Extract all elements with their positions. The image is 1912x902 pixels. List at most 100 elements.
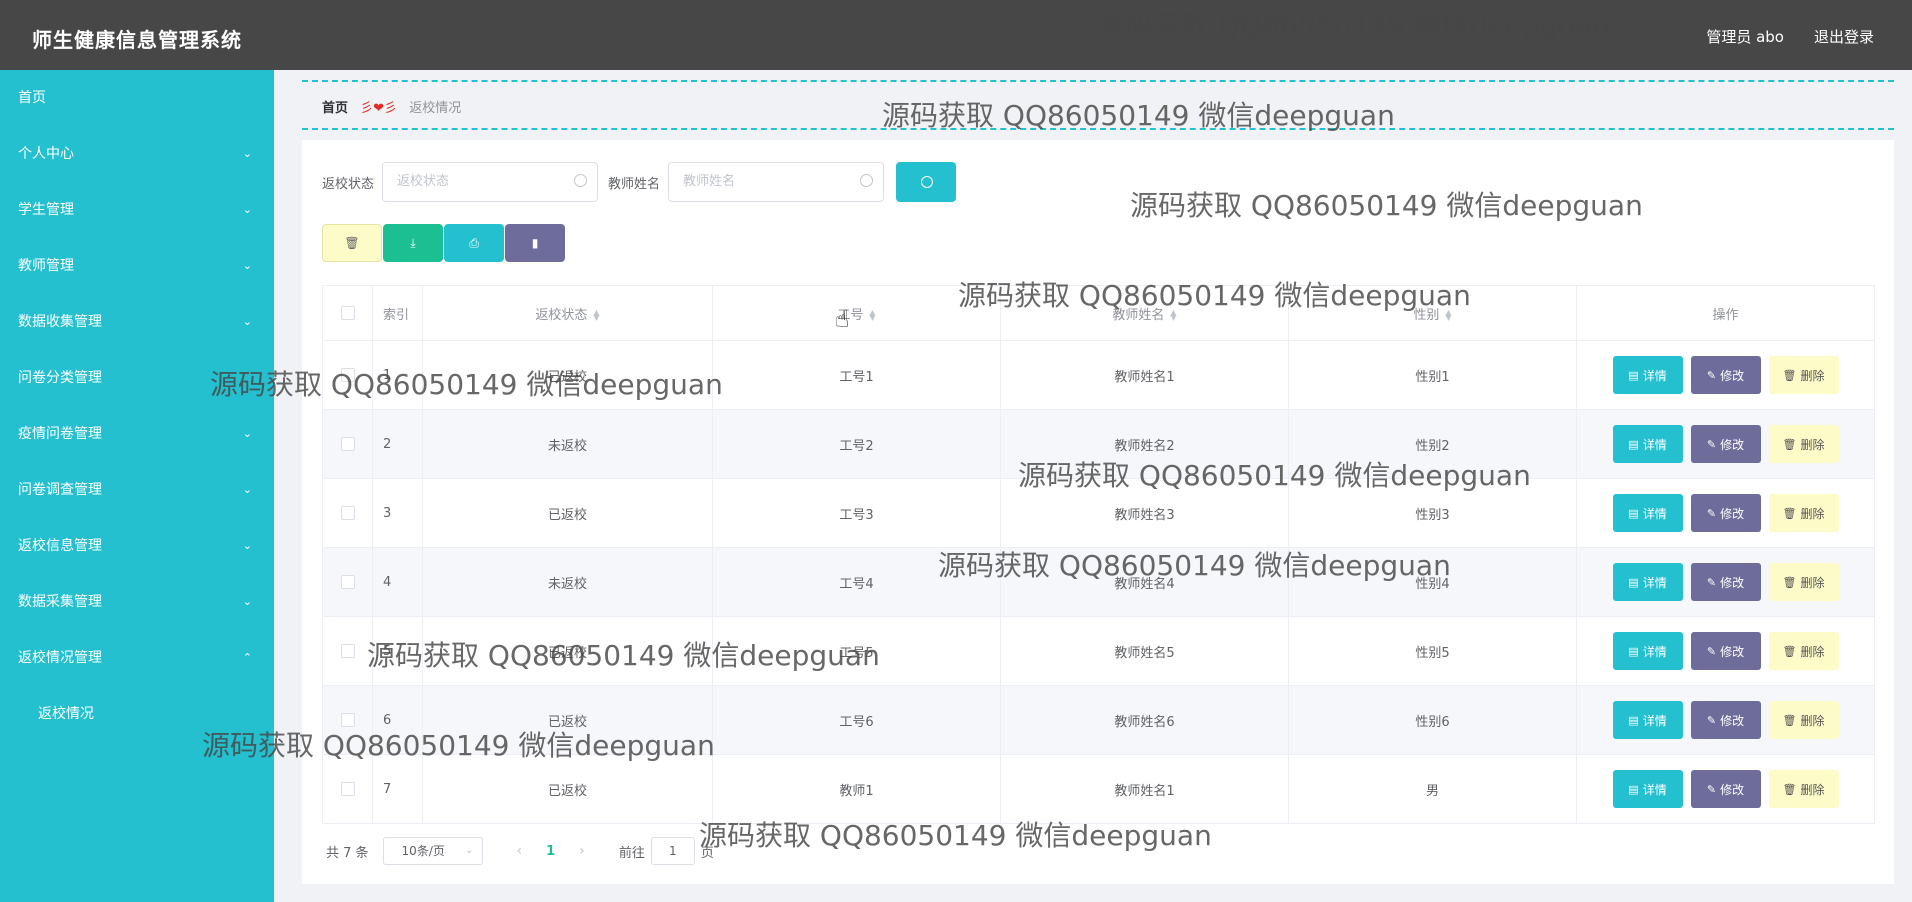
row-checkbox[interactable] (340, 713, 355, 727)
page-size-select[interactable]: 10条/页 ⌄ (382, 837, 483, 865)
delete-button[interactable]: 🗑 删除 (1768, 701, 1839, 739)
edit-button[interactable]: ✎ 修改 (1690, 494, 1761, 532)
detail-label: 详情 (1642, 782, 1667, 797)
delete-button[interactable]: 🗑 删除 (1768, 563, 1839, 601)
column-header-label: 教师姓名 (1112, 307, 1165, 323)
detail-button[interactable]: ▤ 详情 (1612, 770, 1683, 808)
trash-icon: 🗑 (1782, 782, 1797, 796)
next-page-button[interactable]: › (579, 843, 585, 859)
cell-index: 7 (372, 754, 423, 824)
table-row: 7 已返校 教师1 教师姓名1 男 ▤ 详情 ✎ 修改 🗑 删除 (322, 754, 1875, 824)
edit-button[interactable]: ✎ 修改 (1690, 425, 1761, 463)
edit-button[interactable]: ✎ 修改 (1690, 632, 1761, 670)
search-icon (574, 174, 588, 187)
edit-button[interactable]: ✎ 修改 (1690, 770, 1761, 808)
column-header-job-number[interactable]: 工号 ▲ ▼ (712, 285, 1001, 341)
row-checkbox[interactable] (340, 644, 355, 658)
edit-button[interactable]: ✎ 修改 (1690, 563, 1761, 601)
batch-delete-button[interactable]: 🗑 (322, 224, 382, 262)
printer-icon: ⎙ (469, 235, 479, 250)
status-filter-field (382, 162, 599, 202)
row-checkbox[interactable] (340, 506, 355, 520)
pencil-icon: ✎ (1706, 782, 1717, 796)
column-header-gender[interactable]: 性别 ▲ ▼ (1288, 285, 1577, 341)
export-button[interactable]: ⤓ (383, 224, 443, 262)
sidebar-item-students[interactable]: 学生管理 ⌄ (0, 182, 274, 238)
delete-button[interactable]: 🗑 删除 (1768, 770, 1839, 808)
edit-label: 修改 (1720, 506, 1745, 521)
detail-button[interactable]: ▤ 详情 (1612, 425, 1683, 463)
trash-icon: 🗑 (1782, 713, 1797, 727)
search-button[interactable] (896, 162, 957, 202)
sidebar-subitem-return-status[interactable]: 返校情况 (0, 686, 274, 742)
select-all-checkbox[interactable] (340, 306, 355, 320)
cell-job-number: 教师1 (712, 754, 1001, 824)
chevron-down-icon: ⌄ (242, 259, 252, 272)
row-checkbox[interactable] (340, 437, 355, 451)
row-select-cell (322, 547, 373, 617)
teacher-name-filter-input[interactable] (683, 163, 864, 199)
sidebar-item-data-gathering[interactable]: 数据采集管理 ⌄ (0, 574, 274, 630)
print-button[interactable]: ⎙ (444, 224, 504, 262)
app-title: 师生健康信息管理系统 (32, 28, 242, 52)
sidebar-item-teachers[interactable]: 教师管理 ⌄ (0, 238, 274, 294)
edit-button[interactable]: ✎ 修改 (1690, 356, 1761, 394)
sidebar-item-survey[interactable]: 问卷调查管理 ⌄ (0, 462, 274, 518)
page-number-current[interactable]: 1 (546, 844, 555, 859)
delete-label: 删除 (1800, 644, 1825, 659)
sort-icon[interactable]: ▲ ▼ (593, 309, 599, 322)
breadcrumb-home[interactable]: 首页 (322, 101, 348, 116)
detail-button[interactable]: ▤ 详情 (1612, 563, 1683, 601)
cell-gender: 性别3 (1288, 478, 1577, 548)
delete-button[interactable]: 🗑 删除 (1768, 356, 1839, 394)
delete-label: 删除 (1800, 713, 1825, 728)
sidebar-item-return-status[interactable]: 返校情况管理 ⌃ (0, 630, 274, 686)
row-checkbox[interactable] (340, 368, 355, 382)
row-checkbox[interactable] (340, 575, 355, 589)
cell-gender: 性别4 (1288, 547, 1577, 617)
sidebar-item-data-collection[interactable]: 数据收集管理 ⌄ (0, 294, 274, 350)
row-checkbox[interactable] (340, 782, 355, 796)
table-row: 6 已返校 工号6 教师姓名6 性别6 ▤ 详情 ✎ 修改 🗑 删除 (322, 685, 1875, 755)
detail-button[interactable]: ▤ 详情 (1612, 356, 1683, 394)
sort-icon[interactable]: ▲ ▼ (1170, 309, 1176, 322)
delete-button[interactable]: 🗑 删除 (1768, 425, 1839, 463)
delete-button[interactable]: 🗑 删除 (1768, 494, 1839, 532)
sidebar-item-questionnaire-category[interactable]: 问卷分类管理 (0, 350, 274, 406)
sort-icon[interactable]: ▲ ▼ (869, 309, 875, 322)
cell-gender: 性别5 (1288, 616, 1577, 686)
detail-button[interactable]: ▤ 详情 (1612, 494, 1683, 532)
cell-status: 已返校 (422, 478, 713, 548)
cell-index: 2 (372, 409, 423, 479)
chevron-down-icon: ⌄ (242, 595, 252, 608)
detail-button[interactable]: ▤ 详情 (1612, 632, 1683, 670)
document-icon: ▤ (1628, 506, 1639, 520)
logout-link[interactable]: 退出登录 (1814, 26, 1874, 47)
edit-button[interactable]: ✎ 修改 (1690, 701, 1761, 739)
row-select-cell (322, 616, 373, 686)
cell-teacher-name: 教师姓名3 (1000, 478, 1289, 548)
sidebar-item-home[interactable]: 首页 (0, 70, 274, 126)
cell-teacher-name: 教师姓名1 (1000, 340, 1289, 410)
table-row: 3 已返校 工号3 教师姓名3 性别3 ▤ 详情 ✎ 修改 🗑 删除 (322, 478, 1875, 548)
status-filter-input[interactable] (397, 163, 578, 199)
column-header-status[interactable]: 返校状态 ▲ ▼ (422, 285, 713, 341)
page-jump-input[interactable] (650, 837, 695, 865)
detail-label: 详情 (1642, 713, 1667, 728)
delete-label: 删除 (1800, 368, 1825, 383)
chart-button[interactable]: ▮ (505, 224, 565, 262)
detail-button[interactable]: ▤ 详情 (1612, 701, 1683, 739)
sidebar-item-return-info[interactable]: 返校信息管理 ⌄ (0, 518, 274, 574)
column-header-teacher-name[interactable]: 教师姓名 ▲ ▼ (1000, 285, 1289, 341)
sidebar-item-personal-center[interactable]: 个人中心 ⌄ (0, 126, 274, 182)
delete-button[interactable]: 🗑 删除 (1768, 632, 1839, 670)
sidebar-item-label: 返校信息管理 (18, 538, 102, 554)
sort-icon[interactable]: ▲ ▼ (1445, 309, 1451, 322)
search-form: 返校状态 教师姓名 (322, 162, 957, 202)
prev-page-button[interactable]: ‹ (517, 843, 523, 859)
pencil-icon: ✎ (1706, 506, 1717, 520)
sidebar: 首页 个人中心 ⌄ 学生管理 ⌄ 教师管理 ⌄ 数据收集管理 ⌄ 问卷分类管理 疫情问卷… (0, 70, 274, 902)
sidebar-item-label: 问卷分类管理 (18, 370, 102, 386)
sidebar-item-epidemic-questionnaire[interactable]: 疫情问卷管理 ⌄ (0, 406, 274, 462)
edit-label: 修改 (1720, 575, 1745, 590)
